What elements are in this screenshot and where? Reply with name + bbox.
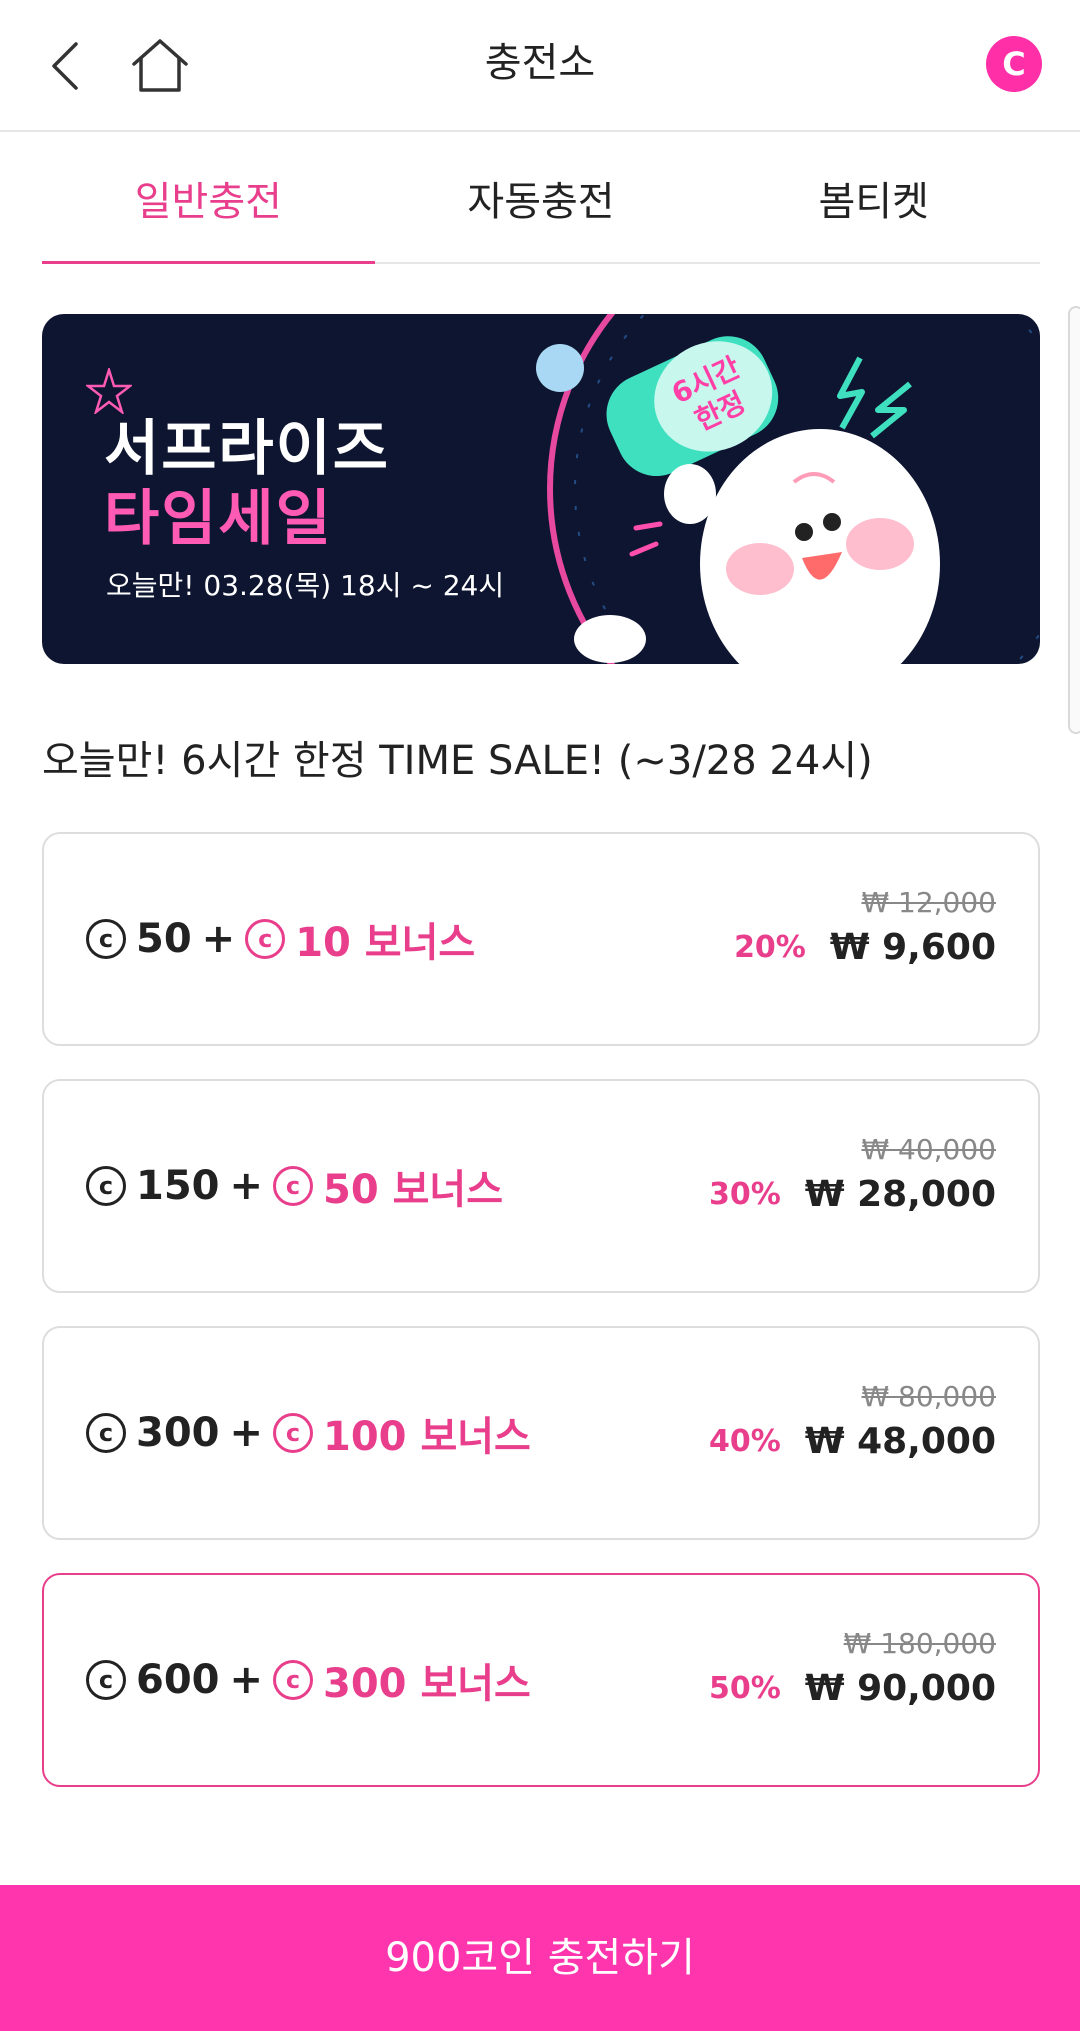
coin-icon: C (1002, 45, 1026, 83)
tab-general-charge[interactable]: 일반충전 (42, 132, 375, 264)
bonus-label: 50 보너스 (323, 1167, 504, 1213)
coin-icon: c (273, 1413, 314, 1453)
coin-icon: c (273, 1166, 314, 1206)
charge-option-50[interactable]: c 50 + c 10 보너스 ₩ 12,000 20% ₩ 9,600 (42, 832, 1040, 1046)
tab-spring-ticket[interactable]: 봄티켓 (707, 132, 1040, 262)
banner-title-line2: 타임세일 (104, 484, 333, 554)
time-sale-banner[interactable]: 서프라이즈 타임세일 오늘만! 03.28(목) 18시 ~ 24시 6시간 한… (42, 314, 1040, 664)
sale-price: ₩ 48,000 (804, 1421, 996, 1462)
bonus-coins: c 50 보너스 (273, 1157, 503, 1215)
original-price: ₩ 80,000 (861, 1380, 996, 1413)
option-price: ₩ 180,000 50% ₩ 90,000 (709, 1627, 996, 1709)
top-app-bar: 충전소 C (0, 0, 1080, 132)
base-coins: 50 (136, 916, 192, 962)
option-price: ₩ 40,000 30% ₩ 28,000 (709, 1133, 996, 1215)
base-coins: 150 (136, 1163, 220, 1209)
option-coin-amount: c 300 + c 100 보너스 (86, 1328, 531, 1538)
bonus-label: 300 보너스 (323, 1661, 531, 1707)
charge-option-300[interactable]: c 300 + c 100 보너스 ₩ 80,000 40% ₩ 48,000 (42, 1326, 1040, 1540)
plus-sign: + (229, 1657, 264, 1703)
bonus-coins: c 300 보너스 (273, 1651, 531, 1709)
coin-icon: c (245, 919, 286, 959)
original-price: ₩ 12,000 (861, 886, 996, 919)
option-price: ₩ 12,000 20% ₩ 9,600 (734, 886, 996, 968)
chevron-left-icon (52, 42, 78, 90)
home-icon (132, 39, 188, 92)
discount-percent: 40% (709, 1424, 781, 1459)
discount-percent: 20% (734, 930, 806, 965)
banner-subtitle: 오늘만! 03.28(목) 18시 ~ 24시 (106, 569, 505, 602)
discount-percent: 50% (709, 1671, 781, 1706)
charge-option-150[interactable]: c 150 + c 50 보너스 ₩ 40,000 30% ₩ 28,000 (42, 1079, 1040, 1293)
original-price: ₩ 180,000 (843, 1627, 996, 1660)
charge-option-600[interactable]: c 600 + c 300 보너스 ₩ 180,000 50% ₩ 90,000 (42, 1573, 1040, 1787)
plus-sign: + (201, 916, 236, 962)
bonus-label: 100 보너스 (323, 1414, 531, 1460)
bonus-coins: c 100 보너스 (273, 1404, 531, 1462)
back-button[interactable] (40, 36, 90, 96)
home-button[interactable] (128, 30, 192, 100)
bonus-coins: c 10 보너스 (245, 910, 475, 968)
base-coins: 300 (136, 1410, 220, 1456)
coin-balance-button[interactable]: C (986, 36, 1042, 92)
original-price: ₩ 40,000 (861, 1133, 996, 1166)
plus-sign: + (229, 1163, 264, 1209)
banner-character-illustration: 6시간 한정 (536, 314, 1040, 664)
discount-percent: 30% (709, 1177, 781, 1212)
charge-submit-button[interactable]: 900코인 충전하기 (0, 1885, 1080, 2031)
option-price: ₩ 80,000 40% ₩ 48,000 (709, 1380, 996, 1462)
sale-section-title: 오늘만! 6시간 한정 TIME SALE! (~3/28 24시) (42, 738, 873, 784)
sale-price: ₩ 28,000 (804, 1174, 996, 1215)
option-coin-amount: c 50 + c 10 보너스 (86, 834, 475, 1044)
tab-auto-charge[interactable]: 자동충전 (375, 132, 708, 262)
coin-icon: c (86, 919, 126, 959)
sale-price: ₩ 9,600 (829, 927, 996, 968)
option-coin-amount: c 600 + c 300 보너스 (86, 1575, 531, 1785)
coin-icon: c (86, 1413, 126, 1453)
option-coin-amount: c 150 + c 50 보너스 (86, 1081, 503, 1291)
coin-icon: c (86, 1166, 126, 1206)
base-coins: 600 (136, 1657, 220, 1703)
page-scrollbar[interactable] (1068, 306, 1080, 734)
sale-price: ₩ 90,000 (804, 1668, 996, 1709)
plus-sign: + (229, 1410, 264, 1456)
charge-tabs: 일반충전 자동충전 봄티켓 (42, 132, 1040, 264)
bonus-label: 10 보너스 (295, 920, 476, 966)
coin-icon: c (273, 1660, 314, 1700)
coin-icon: c (86, 1660, 126, 1700)
